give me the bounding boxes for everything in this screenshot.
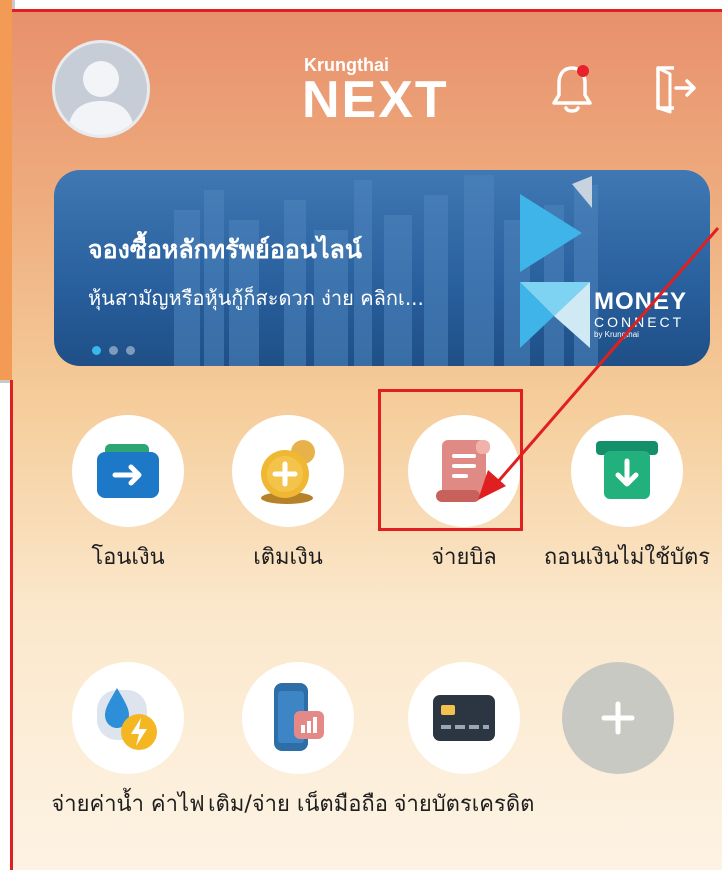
menu-label-cardless-withdraw: ถอนเงินไม่ใช้บัตร: [543, 545, 711, 570]
menu-mobile-internet[interactable]: เติม/จ่าย เน็ตมือถือ: [208, 662, 388, 824]
krungthai-next-logo: Krungthai NEXT: [294, 55, 464, 135]
partner-sub: CONNECT: [594, 314, 685, 330]
menu-label-transfer: โอนเงิน: [91, 545, 165, 570]
banner-subtitle: หุ้นสามัญหรือหุ้นกู้ก็สะดวก ง่าย คลิกเ..…: [88, 286, 424, 310]
banner-title: จองซื้อหลักทรัพย์ออนไลน์: [88, 235, 362, 264]
partner-name: MONEY: [594, 288, 688, 315]
logout-icon[interactable]: [650, 62, 698, 114]
menu-icon-circle: [232, 415, 344, 527]
add-plus-icon: [601, 701, 635, 735]
transfer-wallet-icon: [97, 444, 159, 498]
annotation-highlight-box: [378, 389, 523, 531]
menu-label-mobile-internet: เติม/จ่าย เน็ตมือถือ: [208, 792, 388, 817]
carousel-dots[interactable]: [92, 340, 143, 359]
topup-coin-icon: [261, 440, 315, 504]
partner-by: by Krungthai: [594, 330, 639, 339]
menu-icon-circle: [72, 662, 184, 774]
annotation-frame-left: [10, 380, 13, 870]
menu-topup[interactable]: เติมเงิน: [208, 415, 368, 577]
menu-icon-circle: [571, 415, 683, 527]
cardless-withdraw-icon: [596, 441, 658, 499]
credit-card-icon: [433, 695, 495, 741]
menu-add[interactable]: [538, 662, 698, 786]
annotation-frame-top: [12, 9, 722, 12]
menu-icon-circle: [562, 662, 674, 774]
carousel-dot[interactable]: [126, 346, 135, 355]
logo-big-text: NEXT: [302, 71, 449, 129]
water-electric-icon: [97, 688, 157, 750]
menu-cardless-withdraw[interactable]: ถอนเงินไม่ใช้บัตร: [542, 415, 712, 577]
carousel-dot[interactable]: [109, 346, 118, 355]
carousel-dot[interactable]: [92, 346, 101, 355]
menu-icon-circle: [408, 662, 520, 774]
menu-label-credit-card: จ่ายบัตรเครดิต: [393, 792, 535, 817]
money-connect-text: MONEY CONNECT by Krungthai: [594, 288, 687, 339]
menu-label-topup: เติมเงิน: [253, 545, 323, 570]
menu-label-water-electric: จ่ายค่าน้ำ ค่าไฟ: [51, 792, 205, 817]
avatar[interactable]: [52, 40, 150, 138]
mobile-internet-icon: [274, 683, 324, 751]
menu-icon-circle: [72, 415, 184, 527]
menu-transfer[interactable]: โอนเงิน: [48, 415, 208, 577]
notification-bell-icon[interactable]: [550, 62, 594, 116]
menu-water-electric[interactable]: จ่ายค่าน้ำ ค่าไฟ: [48, 662, 208, 824]
user-silhouette-icon: [67, 61, 135, 135]
menu-label-pay-bill: จ่ายบิล: [431, 545, 497, 570]
menu-credit-card[interactable]: จ่ายบัตรเครดิต: [384, 662, 544, 824]
app-screen: Krungthai NEXT จองซื้อหลักทรัพย์ออนไลน์ …: [12, 10, 722, 870]
promo-banner[interactable]: จองซื้อหลักทรัพย์ออนไลน์ หุ้นสามัญหรือหุ…: [54, 170, 710, 366]
menu-icon-circle: [242, 662, 354, 774]
